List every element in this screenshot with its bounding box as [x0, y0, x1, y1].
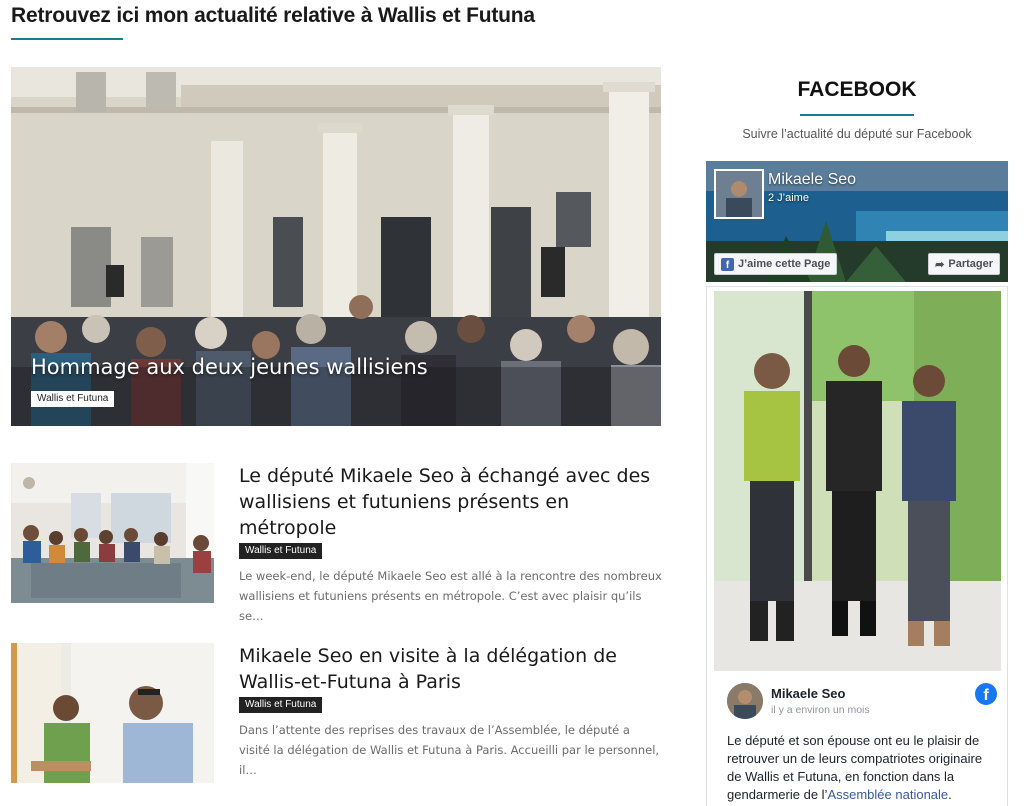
facebook-logo-icon[interactable]: f	[975, 683, 997, 705]
hero-title[interactable]: Hommage aux deux jeunes wallisiens	[31, 355, 428, 379]
hero-article[interactable]: Hommage aux deux jeunes wallisiens Walli…	[11, 67, 661, 426]
post-author-name[interactable]: Mikaele Seo	[771, 686, 845, 701]
article-thumbnail[interactable]	[11, 463, 214, 603]
facebook-subtitle: Suivre l’actualité du député sur Faceboo…	[742, 127, 972, 141]
post-header: Mikaele Seo il y a environ un mois f	[727, 683, 997, 723]
like-page-button[interactable]: f J’aime cette Page	[714, 253, 838, 275]
post-author-avatar[interactable]	[727, 683, 763, 719]
share-arrow-icon: ➦	[935, 258, 945, 271]
article-excerpt: Dans l’attente des reprises des travaux …	[239, 723, 660, 777]
facebook-heading-underline	[800, 114, 914, 116]
facebook-page-likes: 2 J’aime	[768, 192, 809, 204]
like-page-label: J’aime cette Page	[738, 258, 831, 270]
share-button[interactable]: ➦ Partager	[928, 253, 1000, 275]
facebook-page-name[interactable]: Mikaele Seo	[768, 171, 856, 189]
title-underline	[11, 38, 123, 40]
post-text: Le député et son épouse ont eu le plaisi…	[727, 732, 995, 804]
article-title[interactable]: Le député Mikaele Seo à échangé avec des…	[239, 463, 659, 541]
facebook-page-cover[interactable]: Mikaele Seo 2 J’aime f J’aime cette Page…	[706, 161, 1008, 282]
article-card[interactable]: Le député Mikaele Seo à échangé avec des…	[11, 463, 662, 623]
article-title[interactable]: Mikaele Seo en visite à la délégation de…	[239, 643, 659, 695]
facebook-icon: f	[721, 257, 734, 271]
share-label: Partager	[948, 258, 993, 270]
article-excerpt: Le week-end, le député Mikaele Seo est a…	[239, 569, 662, 623]
post-link[interactable]: Assemblée nationale	[827, 787, 948, 802]
article-card[interactable]: Mikaele Seo en visite à la délégation de…	[11, 643, 661, 785]
article-thumbnail[interactable]	[11, 643, 214, 783]
post-timestamp[interactable]: il y a environ un mois	[771, 704, 870, 716]
article-category-tag[interactable]: Wallis et Futuna	[239, 543, 323, 559]
post-text-end: .	[948, 787, 952, 802]
article-category-tag[interactable]: Wallis et Futuna	[239, 697, 323, 713]
facebook-post[interactable]: Mikaele Seo il y a environ un mois f Le …	[706, 286, 1008, 806]
post-photo[interactable]	[714, 291, 1001, 671]
facebook-heading: FACEBOOK	[797, 78, 917, 101]
facebook-page-avatar[interactable]	[714, 169, 764, 219]
hero-category-tag[interactable]: Wallis et Futuna	[31, 391, 115, 407]
page-title: Retrouvez ici mon actualité relative à W…	[11, 4, 535, 27]
